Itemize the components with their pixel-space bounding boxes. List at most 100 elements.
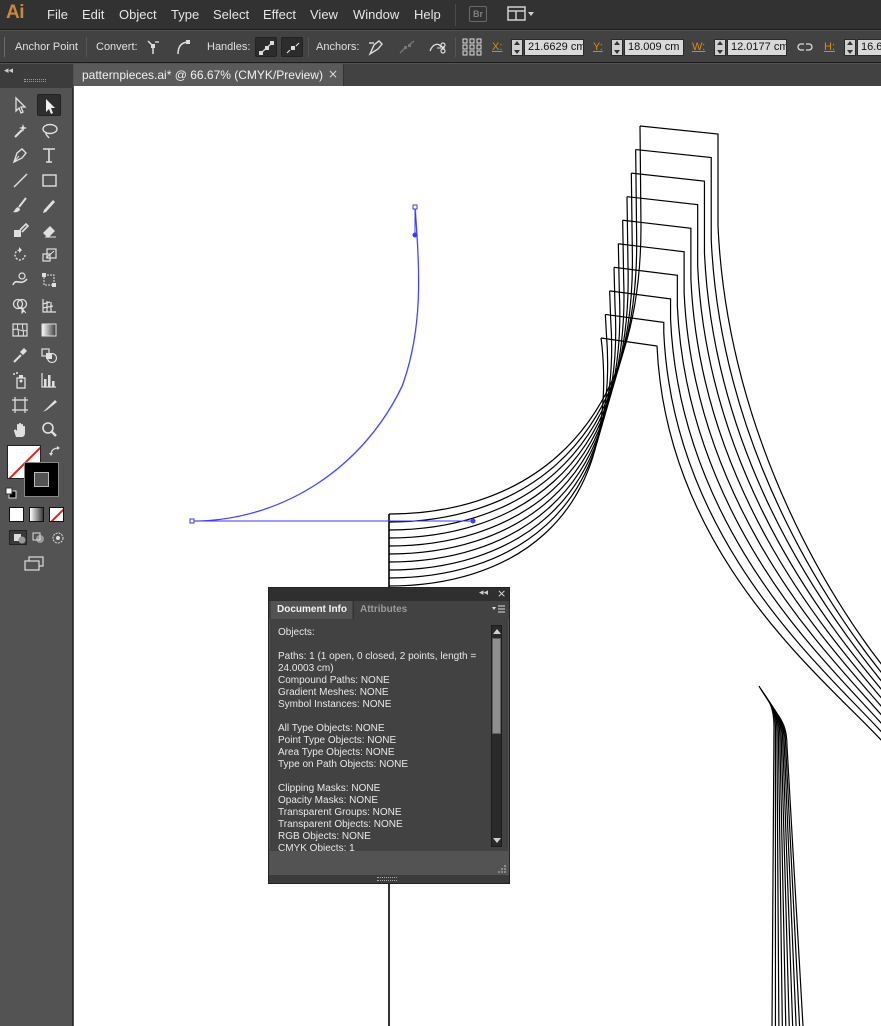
convert-smooth-icon [177,40,190,55]
selection-tool[interactable] [8,94,32,116]
direction-handle-point[interactable] [412,232,418,238]
artboard-canvas[interactable] [74,86,881,1026]
rectangle-tool[interactable] [37,169,61,191]
anchor-point[interactable] [412,204,418,210]
x-stepper[interactable] [511,39,523,56]
tab-document-info[interactable]: Document Info [271,601,352,619]
connect-endpoints-icon [399,40,415,54]
y-input[interactable]: 18.009 cm [624,39,684,56]
convert-to-smooth-button[interactable] [172,37,194,57]
y-stepper[interactable] [611,39,623,56]
screen-mode-button[interactable] [23,555,47,573]
rectangle-tool-icon [42,174,57,187]
menu-effect[interactable]: Effect [263,7,296,22]
menu-edit[interactable]: Edit [82,7,104,22]
control-bar-grip-icon[interactable] [3,37,7,57]
tab-attributes[interactable]: Attributes [353,601,413,619]
eyedropper-tool[interactable] [8,344,32,366]
selected-path-group[interactable] [189,204,476,524]
convert-to-corner-button[interactable] [142,37,164,57]
warp-tool[interactable] [8,269,32,291]
x-input[interactable]: 21.6629 cm [524,39,584,56]
pen-tool[interactable] [8,144,32,166]
swap-fill-stroke-button[interactable] [48,445,62,459]
h-input[interactable]: 16.6 [857,39,881,56]
draw-behind-button[interactable] [29,530,47,545]
anchor-point[interactable] [189,518,195,524]
perspective-grid-tool[interactable] [37,294,61,316]
blend-tool[interactable] [37,344,61,366]
menu-help[interactable]: Help [414,7,441,22]
gradient-mode-button[interactable] [29,507,44,522]
panel-title-bar[interactable]: ◂◂ × [269,587,509,601]
w-input[interactable]: 12.0177 cm [727,39,787,56]
mesh-tool[interactable] [8,319,32,341]
selected-path[interactable] [191,206,419,522]
h-stepper[interactable] [844,39,856,56]
document-tab[interactable]: patternpieces.ai* @ 66.67% (CMYK/Preview… [74,64,344,86]
slice-tool[interactable] [37,394,61,416]
direction-handle-point[interactable] [470,518,476,524]
artboard-tool[interactable] [8,394,32,416]
panel-resize-grip-icon[interactable] [498,864,507,873]
paintbrush-tool[interactable] [8,194,32,216]
lasso-tool[interactable] [37,119,61,141]
document-tab-close-icon[interactable]: × [328,67,338,81]
handles-show-icon [259,41,274,55]
pencil-tool[interactable] [37,194,61,216]
magic-wand-tool[interactable] [8,119,32,141]
tools-grip-icon[interactable] [24,79,46,82]
gradient-tool[interactable] [37,319,61,341]
panel-bottom-grip-icon[interactable] [377,877,397,881]
free-transform-tool[interactable] [37,269,61,291]
menu-select[interactable]: Select [213,7,249,22]
remove-anchor-button[interactable] [365,37,387,57]
panel-scrollbar[interactable] [491,625,502,847]
menu-window[interactable]: Window [353,7,399,22]
symbol-sprayer-tool[interactable] [8,369,32,391]
panel-close-icon[interactable]: × [497,587,506,600]
hand-tool[interactable] [8,419,32,441]
draw-normal-button[interactable] [9,530,27,545]
line-segment-tool[interactable] [8,169,32,191]
panel-menu-button[interactable] [491,604,507,616]
cut-path-at-anchors-button[interactable] [427,37,449,57]
control-separator [86,37,87,57]
gradient-tool-icon [41,323,57,337]
scale-tool[interactable] [37,244,61,266]
blob-brush-tool[interactable] [8,219,32,241]
constrain-proportions-button[interactable] [794,37,816,57]
color-mode-button[interactable] [9,507,24,522]
rotate-tool[interactable] [8,244,32,266]
connect-endpoints-button[interactable] [396,37,418,57]
default-fill-stroke-button[interactable] [5,487,17,499]
scrollbar-thumb[interactable] [492,638,501,734]
menu-view[interactable]: View [310,7,338,22]
type-tool[interactable] [37,144,61,166]
arrange-documents-button[interactable] [507,6,535,23]
column-graph-tool[interactable] [37,369,61,391]
show-handles-multiple-button[interactable] [255,37,277,57]
tools-panel-header[interactable]: ◂◂ [0,64,73,88]
menu-file[interactable]: File [47,7,68,22]
shape-builder-tool[interactable] [8,294,32,316]
menu-object[interactable]: Object [119,7,157,22]
draw-inside-button[interactable] [49,530,67,545]
zoom-tool[interactable] [37,419,61,441]
none-mode-button[interactable] [49,507,64,522]
hide-handles-multiple-button[interactable] [281,37,303,57]
stroke-swatch[interactable] [24,462,59,497]
tools-collapse-button[interactable]: ◂◂ [4,66,13,76]
reference-point-button[interactable] [461,37,483,57]
scroll-up-arrow-icon[interactable] [492,626,501,637]
panel-collapse-button[interactable]: ◂◂ [479,588,488,598]
bridge-button[interactable]: Br [469,6,487,22]
w-stepper[interactable] [714,39,726,56]
menu-type[interactable]: Type [171,7,199,22]
scroll-down-arrow-icon[interactable] [492,835,501,846]
pen-minus-icon [368,40,383,56]
type-tool-icon [43,148,55,163]
eraser-tool[interactable] [37,219,61,241]
direct-selection-tool[interactable] [37,94,61,116]
eyedropper-tool-icon [13,348,27,363]
